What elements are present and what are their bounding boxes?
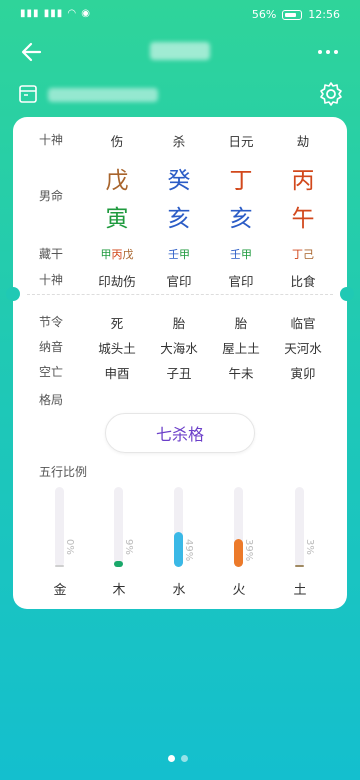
tiangan-2: 癸 — [167, 168, 191, 194]
label-jieling: 节令 — [39, 315, 64, 329]
jieling-1: 死 — [110, 316, 124, 331]
wuxing-bar-fill — [55, 565, 64, 567]
nayin-1: 城头土 — [98, 341, 136, 356]
wuxing-bar-track — [234, 487, 243, 567]
calendar-doc-icon — [19, 85, 37, 103]
canggan-char: 丁 — [292, 248, 303, 261]
masked-info — [48, 88, 158, 102]
shishen-bottom-2: 官印 — [166, 274, 192, 289]
wuxing-bar-fill — [234, 539, 243, 567]
shishen-top-4: 劫 — [296, 134, 310, 149]
shishen-bottom-4: 比食 — [290, 274, 316, 289]
status-right: 56% 12:56 — [252, 8, 340, 21]
kongwang-3: 午未 — [228, 366, 254, 381]
canggan-char: 丙 — [111, 248, 123, 261]
canggan-4: 丁己 — [271, 246, 335, 262]
wuxing-percent: 3% — [304, 539, 315, 555]
label-kongwang: 空亡 — [39, 365, 64, 379]
shishen-top-2: 杀 — [172, 134, 186, 149]
card-notch-right — [340, 287, 354, 301]
wuxing-element-label: 水 — [172, 583, 186, 598]
jieling-4: 临官 — [290, 316, 316, 331]
wuxing-percent: 49% — [183, 539, 194, 562]
card-notch-left — [6, 287, 20, 301]
status-bar: ▮▮▮ ▮▮▮ ◠ ◉ 56% 12:56 — [0, 0, 360, 30]
wuxing-bar-track — [114, 487, 123, 567]
canggan-char: 甲 — [241, 248, 252, 261]
kongwang-2: 子丑 — [166, 366, 192, 381]
wuxing-element-label: 火 — [232, 583, 246, 598]
wuxing-percent: 9% — [123, 539, 134, 555]
dizhi-1: 寅 — [105, 206, 129, 232]
wuxing-element-label: 金 — [53, 583, 67, 598]
label-geju: 格局 — [39, 393, 64, 407]
bazi-card: 十神 伤 杀 日元 劫 男命 戊 癸 丁 丙 寅 亥 亥 午 藏干 甲丙戊 壬甲… — [6, 117, 354, 609]
label-shishen-top: 十神 — [39, 133, 64, 147]
canggan-3: 壬甲 — [209, 246, 273, 262]
wuxing-bar-track — [55, 487, 64, 567]
label-gender: 男命 — [39, 189, 64, 203]
dizhi-4: 午 — [291, 206, 315, 232]
wuxing-percent: 0% — [64, 539, 75, 555]
label-shishen-bottom: 十神 — [39, 273, 64, 287]
tiangan-1: 戊 — [105, 168, 129, 194]
canggan-char: 戊 — [122, 248, 134, 261]
back-arrow-icon[interactable] — [18, 38, 46, 66]
canggan-char: 壬 — [230, 248, 241, 261]
canggan-char: 壬 — [168, 248, 179, 261]
jieling-3: 胎 — [234, 316, 248, 331]
signal-icons: ▮▮▮ ▮▮▮ ◠ ◉ — [20, 8, 92, 19]
wuxing-bar-track — [174, 487, 183, 567]
label-nayin: 纳音 — [39, 340, 64, 354]
page-indicator — [168, 755, 188, 762]
wuxing-bar-fill — [114, 561, 123, 567]
card-divider — [27, 294, 333, 295]
tiangan-4: 丙 — [291, 168, 315, 194]
shishen-top-3: 日元 — [228, 134, 254, 149]
pattern-button[interactable]: 七杀格 — [105, 413, 255, 453]
shishen-bottom-3: 官印 — [228, 274, 254, 289]
nayin-2: 大海水 — [160, 341, 198, 356]
label-wuxing: 五行比例 — [39, 465, 88, 479]
dizhi-3: 亥 — [229, 206, 253, 232]
more-options-icon[interactable] — [314, 38, 342, 66]
canggan-char: 己 — [303, 248, 314, 261]
settings-gear-icon[interactable] — [318, 81, 344, 107]
wuxing-element-label: 土 — [293, 583, 307, 598]
dizhi-2: 亥 — [167, 206, 191, 232]
battery-icon — [282, 9, 303, 20]
nayin-4: 天河水 — [284, 341, 322, 356]
tiangan-3: 丁 — [229, 168, 253, 194]
kongwang-1: 申酉 — [104, 366, 130, 381]
sub-bar — [0, 78, 360, 112]
shishen-top-1: 伤 — [110, 134, 124, 149]
canggan-char: 甲 — [179, 248, 190, 261]
wuxing-bar-fill — [295, 565, 304, 567]
battery-percent: 56% — [251, 8, 277, 21]
wuxing-bar-fill — [174, 532, 183, 567]
nayin-3: 屋上土 — [222, 341, 260, 356]
jieling-2: 胎 — [172, 316, 186, 331]
wuxing-percent: 39% — [243, 539, 254, 562]
page-dot-2[interactable] — [181, 755, 188, 762]
shishen-bottom-1: 印劫伤 — [98, 274, 136, 289]
canggan-char: 甲 — [100, 248, 112, 261]
label-canggan: 藏干 — [39, 247, 64, 261]
canggan-2: 壬甲 — [147, 246, 211, 262]
wuxing-element-label: 木 — [112, 583, 126, 598]
canggan-1: 甲丙戊 — [85, 246, 149, 262]
page-dot-1[interactable] — [168, 755, 175, 762]
clock: 12:56 — [308, 8, 340, 21]
kongwang-4: 寅卯 — [290, 366, 316, 381]
page-title-masked — [150, 42, 210, 60]
top-bar — [0, 30, 360, 74]
wuxing-bar-track — [295, 487, 304, 567]
